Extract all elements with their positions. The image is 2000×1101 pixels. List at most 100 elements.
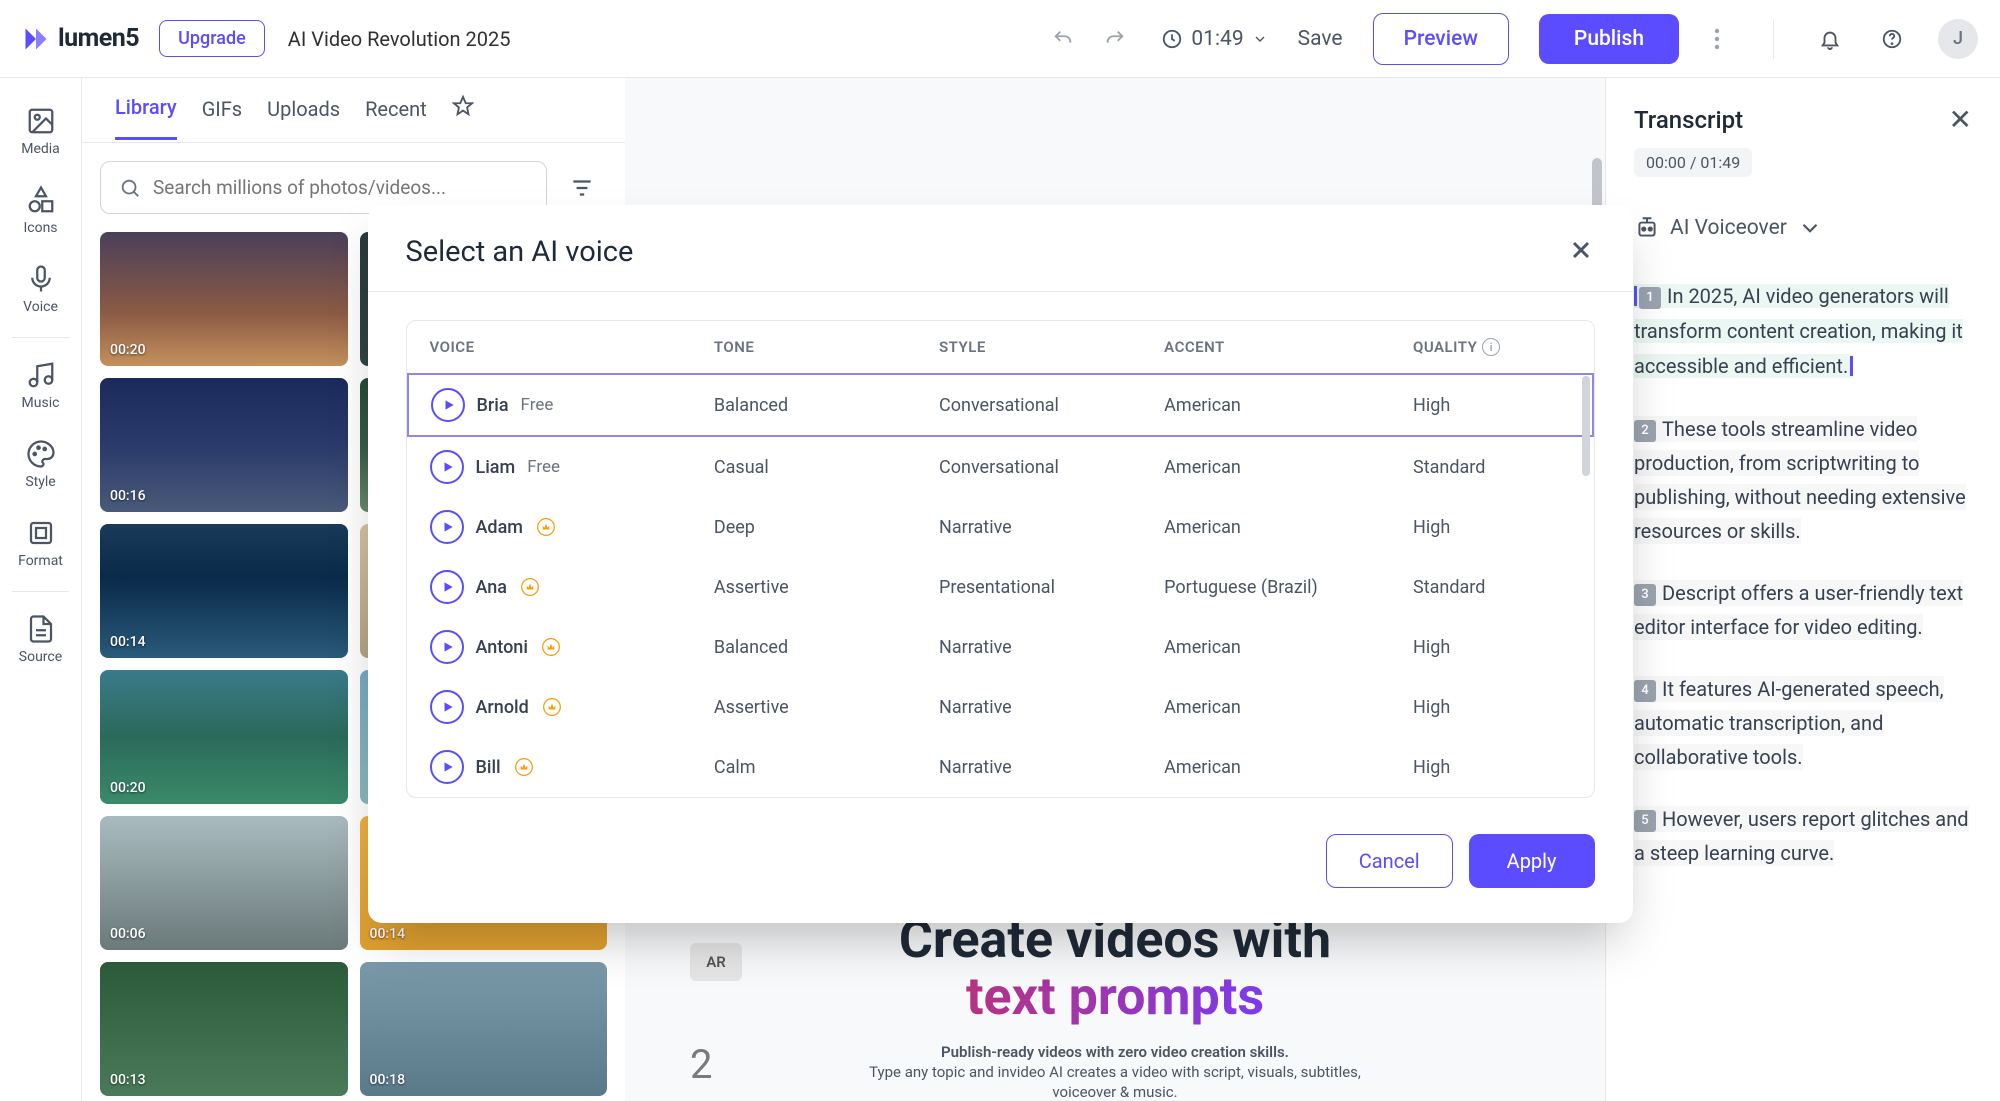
app-header: lumen5 Upgrade AI Video Revolution 2025 … bbox=[0, 0, 2000, 78]
play-preview-button[interactable] bbox=[430, 450, 464, 484]
search-input[interactable] bbox=[153, 176, 528, 199]
bell-icon[interactable] bbox=[1814, 23, 1846, 55]
save-button[interactable]: Save bbox=[1298, 27, 1343, 51]
voice-name: Bria bbox=[477, 395, 509, 416]
modal-close-icon[interactable] bbox=[1567, 236, 1595, 268]
media-thumb[interactable]: 00:06 bbox=[100, 816, 348, 950]
avatar-button[interactable]: J bbox=[1938, 19, 1978, 59]
canvas-heading[interactable]: Create videos with text prompts bbox=[775, 911, 1455, 1025]
canvas-subtitle-3: voiceover & music. bbox=[775, 1083, 1455, 1101]
media-thumb[interactable]: 00:13 bbox=[100, 962, 348, 1096]
tab-recent[interactable]: Recent bbox=[365, 97, 427, 139]
cancel-button[interactable]: Cancel bbox=[1326, 834, 1453, 888]
tab-uploads[interactable]: Uploads bbox=[267, 97, 340, 139]
upgrade-button[interactable]: Upgrade bbox=[159, 20, 265, 57]
divider bbox=[1773, 19, 1774, 59]
tab-library[interactable]: Library bbox=[115, 95, 177, 140]
rail-voice[interactable]: Voice bbox=[0, 250, 81, 329]
voice-row[interactable]: AntoniBalancedNarrativeAmericanHigh bbox=[408, 617, 1593, 677]
play-preview-button[interactable] bbox=[431, 388, 465, 422]
ai-voiceover-selector[interactable]: AI Voiceover bbox=[1634, 215, 1972, 241]
media-thumb[interactable]: 00:18 bbox=[360, 962, 608, 1096]
preview-button[interactable]: Preview bbox=[1373, 13, 1509, 65]
media-thumb[interactable]: 00:16 bbox=[100, 378, 348, 512]
rail-media[interactable]: Media bbox=[0, 92, 81, 171]
voice-tone: Casual bbox=[692, 436, 917, 497]
kebab-menu-icon[interactable] bbox=[1701, 23, 1733, 55]
redo-icon[interactable] bbox=[1099, 23, 1131, 55]
media-thumb[interactable]: 00:20 bbox=[100, 232, 348, 366]
voice-row[interactable]: AnaAssertivePresentationalPortuguese (Br… bbox=[408, 557, 1593, 617]
logo-group[interactable]: lumen5 bbox=[22, 24, 139, 53]
voice-row[interactable]: BillCalmNarrativeAmericanHigh bbox=[408, 737, 1593, 797]
voice-style: Conversational bbox=[917, 436, 1142, 497]
voice-tone: Deep bbox=[692, 497, 917, 557]
play-preview-button[interactable] bbox=[430, 690, 464, 724]
media-tabs: Library GIFs Uploads Recent bbox=[82, 78, 625, 143]
rail-icons[interactable]: Icons bbox=[0, 171, 81, 250]
play-preview-button[interactable] bbox=[430, 630, 464, 664]
play-preview-button[interactable] bbox=[430, 750, 464, 784]
rail-format[interactable]: Format bbox=[0, 504, 81, 583]
robot-icon bbox=[1634, 215, 1660, 241]
palette-icon bbox=[26, 439, 56, 469]
voice-accent: American bbox=[1142, 737, 1391, 797]
undo-icon[interactable] bbox=[1047, 23, 1079, 55]
voice-style: Narrative bbox=[917, 497, 1142, 557]
voice-row[interactable]: BriaFreeBalancedConversationalAmericanHi… bbox=[408, 374, 1593, 436]
transcript-block[interactable]: 5However, users report glitches and a st… bbox=[1634, 802, 1972, 870]
rail-source[interactable]: Source bbox=[0, 600, 81, 679]
info-icon[interactable]: i bbox=[1482, 338, 1500, 356]
play-preview-button[interactable] bbox=[430, 510, 464, 544]
voice-quality: High bbox=[1391, 677, 1592, 737]
tab-favorites[interactable] bbox=[452, 95, 474, 140]
voice-tone: Assertive bbox=[692, 557, 917, 617]
col-quality: QUALITYi bbox=[1391, 321, 1592, 374]
play-preview-button[interactable] bbox=[430, 570, 464, 604]
star-icon bbox=[452, 95, 474, 117]
shapes-icon bbox=[26, 185, 56, 215]
canvas-subtitle: Publish-ready videos with zero video cre… bbox=[775, 1043, 1455, 1061]
publish-button[interactable]: Publish bbox=[1539, 14, 1679, 64]
help-icon[interactable] bbox=[1876, 23, 1908, 55]
transcript-panel: Transcript ✕ 00:00 / 01:49 AI Voiceover … bbox=[1605, 78, 2000, 1101]
transcript-header: Transcript ✕ bbox=[1634, 103, 1972, 136]
rail-style[interactable]: Style bbox=[0, 425, 81, 504]
voice-row[interactable]: AdamDeepNarrativeAmericanHigh bbox=[408, 497, 1593, 557]
voice-quality: Standard bbox=[1391, 557, 1592, 617]
transcript-block[interactable]: 3Descript offers a user-friendly text ed… bbox=[1634, 576, 1972, 644]
thumb-duration: 00:13 bbox=[110, 1072, 146, 1088]
rail-divider bbox=[12, 337, 69, 338]
canvas-subtitle-2: Type any topic and invideo AI creates a … bbox=[775, 1063, 1455, 1081]
media-thumb[interactable]: 00:20 bbox=[100, 670, 348, 804]
transcript-block[interactable]: 2These tools streamline video production… bbox=[1634, 412, 1972, 548]
apply-button[interactable]: Apply bbox=[1469, 834, 1595, 888]
thumb-duration: 00:20 bbox=[110, 780, 146, 796]
rail-music[interactable]: Music bbox=[0, 346, 81, 425]
table-scrollbar[interactable] bbox=[1582, 376, 1590, 476]
media-thumb[interactable]: 00:14 bbox=[100, 524, 348, 658]
voice-row[interactable]: LiamFreeCasualConversationalAmericanStan… bbox=[408, 436, 1593, 497]
duration-text: 01:49 bbox=[1191, 27, 1243, 51]
voice-row[interactable]: ArnoldAssertiveNarrativeAmericanHigh bbox=[408, 677, 1593, 737]
transcript-body[interactable]: 1In 2025, AI video generators will trans… bbox=[1634, 279, 1972, 870]
transcript-block[interactable]: 1In 2025, AI video generators will trans… bbox=[1634, 279, 1972, 384]
modal-title: Select an AI voice bbox=[406, 235, 634, 269]
voice-tone: Balanced bbox=[692, 374, 917, 436]
modal-header: Select an AI voice bbox=[368, 205, 1633, 291]
duration-display[interactable]: 01:49 bbox=[1161, 27, 1267, 51]
voice-name: Liam bbox=[476, 457, 516, 478]
free-badge: Free bbox=[521, 395, 554, 415]
aspect-ratio-badge[interactable]: AR bbox=[690, 943, 742, 981]
avatar-initial: J bbox=[1953, 28, 1963, 49]
voice-accent: American bbox=[1142, 436, 1391, 497]
tab-gifs[interactable]: GIFs bbox=[202, 97, 242, 139]
premium-badge-icon bbox=[540, 636, 562, 658]
format-icon bbox=[26, 518, 56, 548]
close-icon[interactable]: ✕ bbox=[1949, 103, 1972, 136]
thumb-duration: 00:14 bbox=[110, 634, 146, 650]
project-title[interactable]: AI Video Revolution 2025 bbox=[288, 27, 511, 51]
sliders-icon bbox=[569, 175, 595, 201]
voice-accent: American bbox=[1142, 374, 1391, 436]
transcript-block[interactable]: 4It features AI-generated speech, automa… bbox=[1634, 672, 1972, 774]
